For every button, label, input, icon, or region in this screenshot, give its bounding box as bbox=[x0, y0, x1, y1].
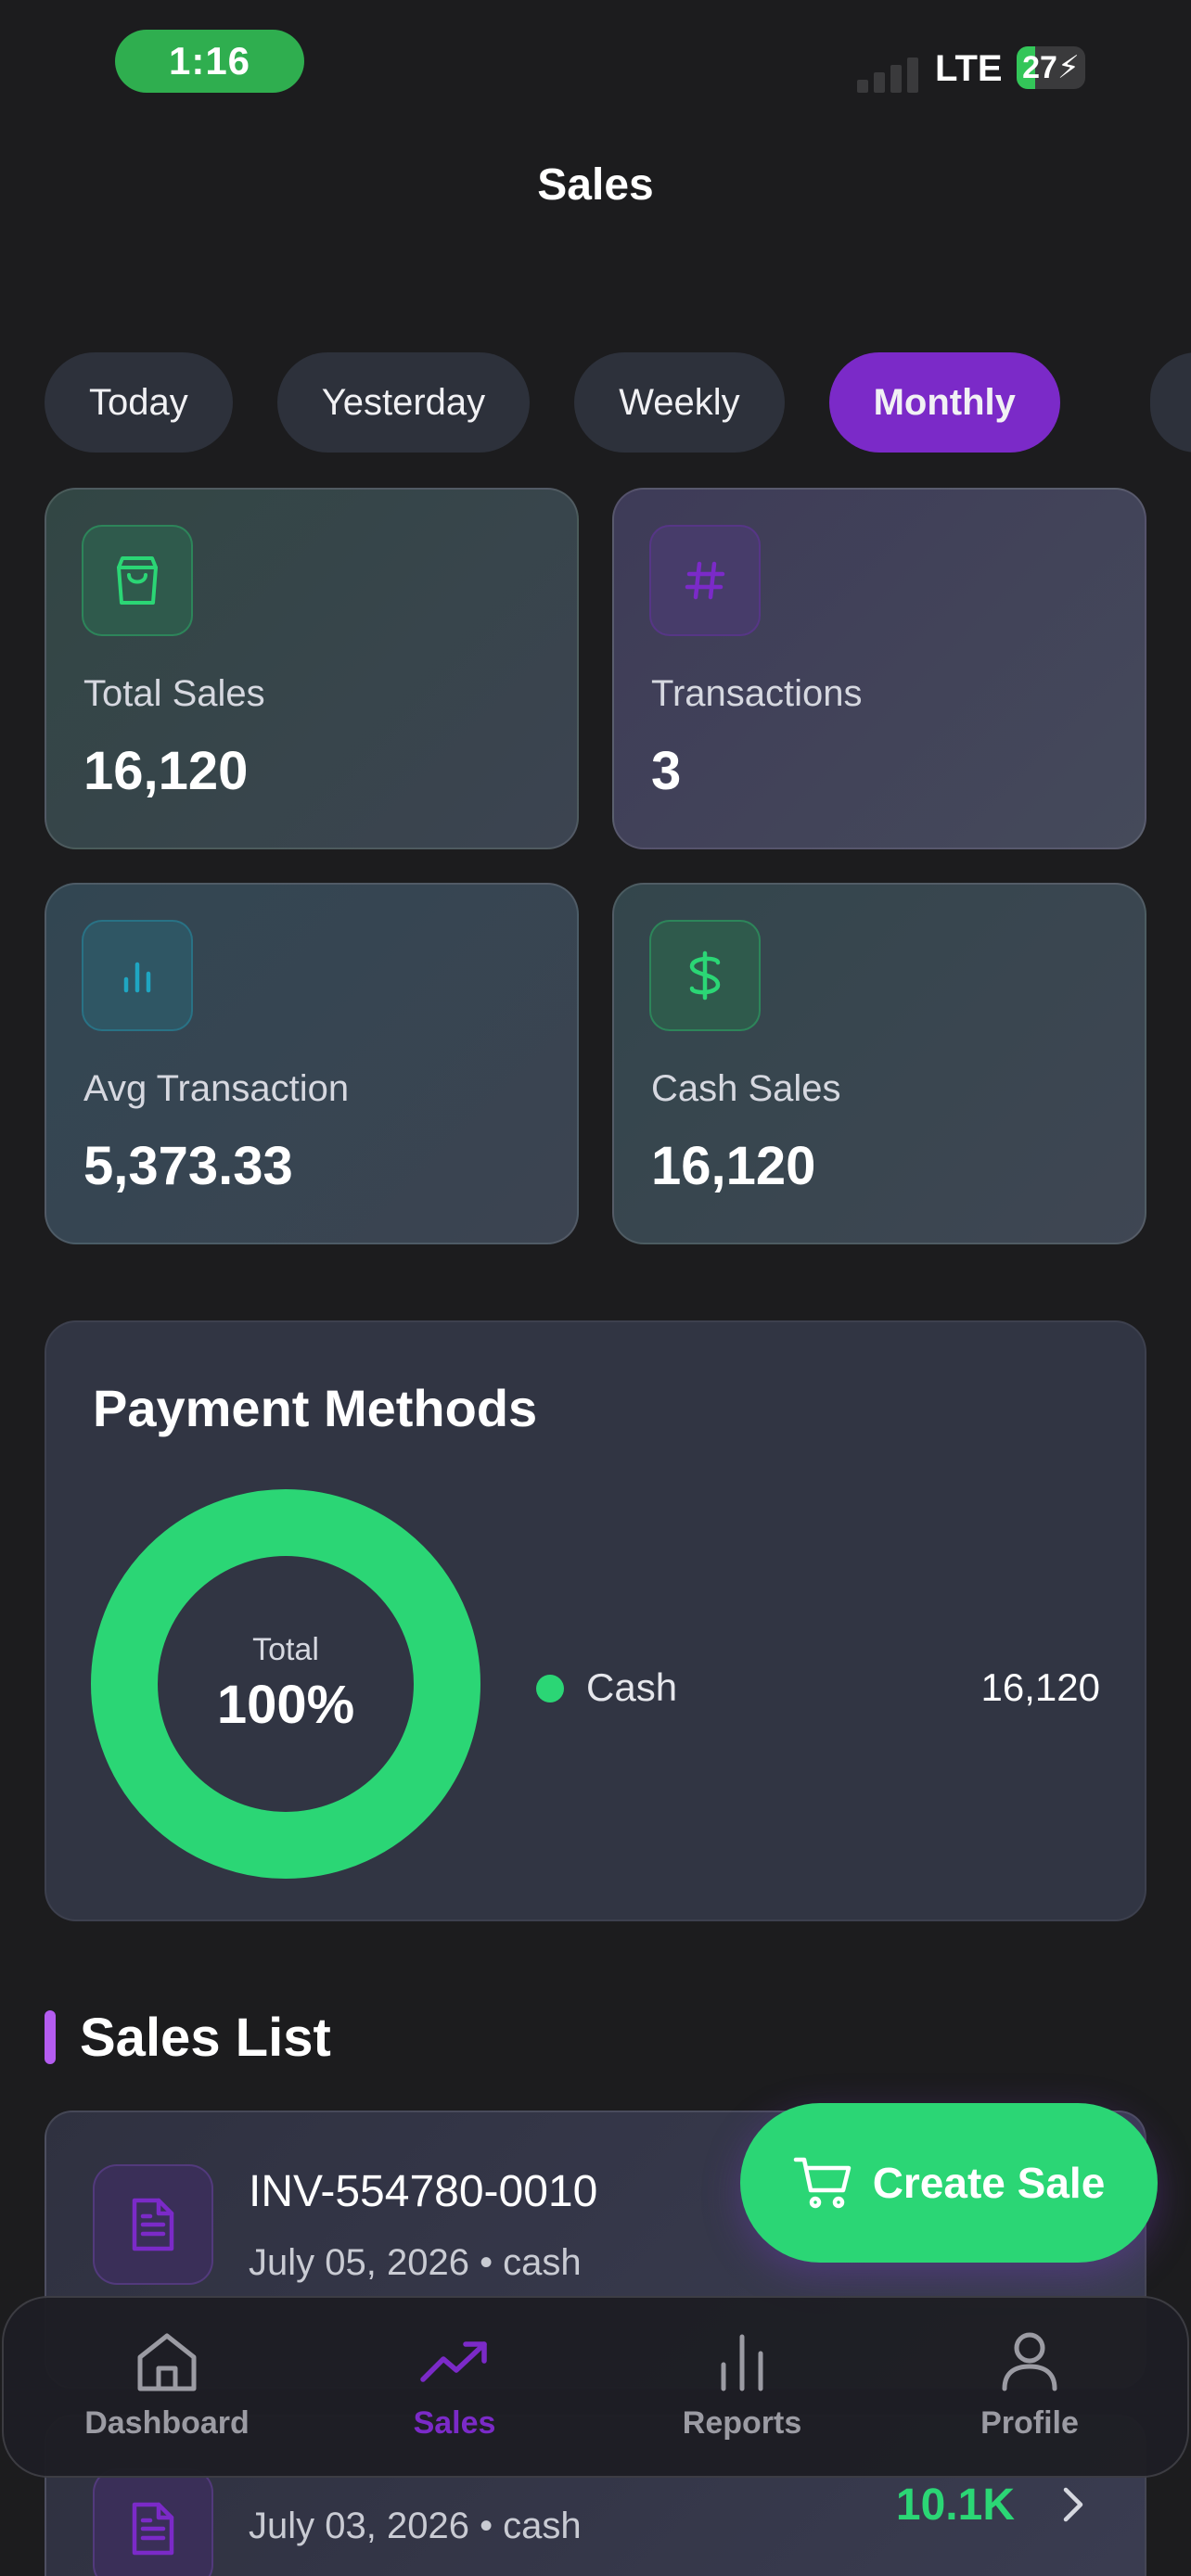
tab-today[interactable]: Today bbox=[45, 352, 233, 453]
shopping-bag-icon bbox=[82, 525, 193, 636]
stat-card-total-sales: Total Sales 16,120 bbox=[45, 488, 579, 849]
tab-yesterday[interactable]: Yesterday bbox=[276, 352, 531, 453]
nav-item-sales[interactable]: Sales bbox=[343, 2331, 566, 2442]
stat-card-transactions: Transactions 3 bbox=[612, 488, 1146, 849]
hash-icon bbox=[649, 525, 761, 636]
nav-label: Sales bbox=[413, 2405, 496, 2441]
stat-card-avg-transaction: Avg Transaction 5,373.33 bbox=[45, 883, 579, 1244]
sales-list-title: Sales List bbox=[80, 2008, 331, 2068]
document-icon bbox=[93, 2468, 213, 2576]
stat-card-cash-sales: Cash Sales 16,120 bbox=[612, 883, 1146, 1244]
donut-center-label: Total bbox=[252, 1632, 319, 1667]
tab-more[interactable] bbox=[1150, 352, 1191, 453]
home-icon bbox=[137, 2333, 197, 2391]
create-sale-label: Create Sale bbox=[872, 2159, 1106, 2207]
chevron-right-icon[interactable] bbox=[1061, 2485, 1085, 2524]
trending-up-icon bbox=[420, 2341, 487, 2382]
bottom-nav: Dashboard Sales Reports Profile bbox=[2, 2296, 1189, 2478]
bar-chart-icon bbox=[82, 920, 193, 1031]
signal-icon bbox=[857, 48, 922, 93]
nav-item-dashboard[interactable]: Dashboard bbox=[56, 2331, 278, 2442]
stat-label: Transactions bbox=[651, 673, 863, 714]
invoice-number: INV-554780-0010 bbox=[249, 2167, 598, 2216]
sale-meta: July 03, 2026 • cash bbox=[249, 2506, 582, 2546]
cart-icon bbox=[793, 2157, 851, 2209]
sale-meta: July 05, 2026 • cash bbox=[249, 2242, 582, 2283]
sale-amount: 10.1K bbox=[895, 2480, 1015, 2530]
section-accent-bar bbox=[45, 2010, 56, 2064]
user-icon bbox=[1002, 2332, 1057, 2391]
donut-center-value: 100% bbox=[216, 1675, 355, 1735]
nav-label: Profile bbox=[980, 2405, 1079, 2441]
stat-label: Avg Transaction bbox=[83, 1068, 350, 1109]
nav-label: Reports bbox=[682, 2405, 802, 2441]
stat-value: 16,120 bbox=[83, 741, 249, 801]
battery-level: 27 bbox=[1022, 50, 1057, 85]
stat-label: Cash Sales bbox=[651, 1068, 841, 1109]
tab-weekly[interactable]: Weekly bbox=[574, 352, 785, 453]
payment-methods-card: Payment Methods Total 100% Cash 16,120 bbox=[45, 1320, 1146, 1921]
stat-value: 3 bbox=[651, 741, 682, 801]
status-bar: 1:16 LTE 27⚡ bbox=[0, 0, 1191, 130]
document-icon bbox=[93, 2164, 213, 2285]
tab-monthly[interactable]: Monthly bbox=[828, 352, 1060, 453]
payment-methods-title: Payment Methods bbox=[93, 1379, 538, 1437]
donut-center: Total 100% bbox=[91, 1489, 480, 1879]
nav-item-reports[interactable]: Reports bbox=[631, 2331, 853, 2442]
legend-value: 16,120 bbox=[980, 1665, 1100, 1709]
stat-value: 16,120 bbox=[651, 1136, 816, 1196]
create-sale-button[interactable]: Create Sale bbox=[740, 2103, 1158, 2263]
battery-icon: 27⚡ bbox=[1017, 46, 1085, 89]
legend-dot-cash bbox=[536, 1675, 564, 1702]
stat-label: Total Sales bbox=[83, 673, 265, 714]
stat-value: 5,373.33 bbox=[83, 1136, 293, 1196]
page-title: Sales bbox=[537, 160, 654, 210]
date-filter-tabs: Today Yesterday Weekly Monthly bbox=[45, 352, 1060, 453]
nav-item-profile[interactable]: Profile bbox=[918, 2331, 1141, 2442]
nav-label: Dashboard bbox=[84, 2405, 250, 2441]
dollar-icon bbox=[649, 920, 761, 1031]
status-time: 1:16 bbox=[115, 30, 304, 93]
bar-chart-icon bbox=[721, 2334, 763, 2391]
legend-name: Cash bbox=[586, 1665, 678, 1709]
network-type: LTE bbox=[935, 48, 1003, 89]
